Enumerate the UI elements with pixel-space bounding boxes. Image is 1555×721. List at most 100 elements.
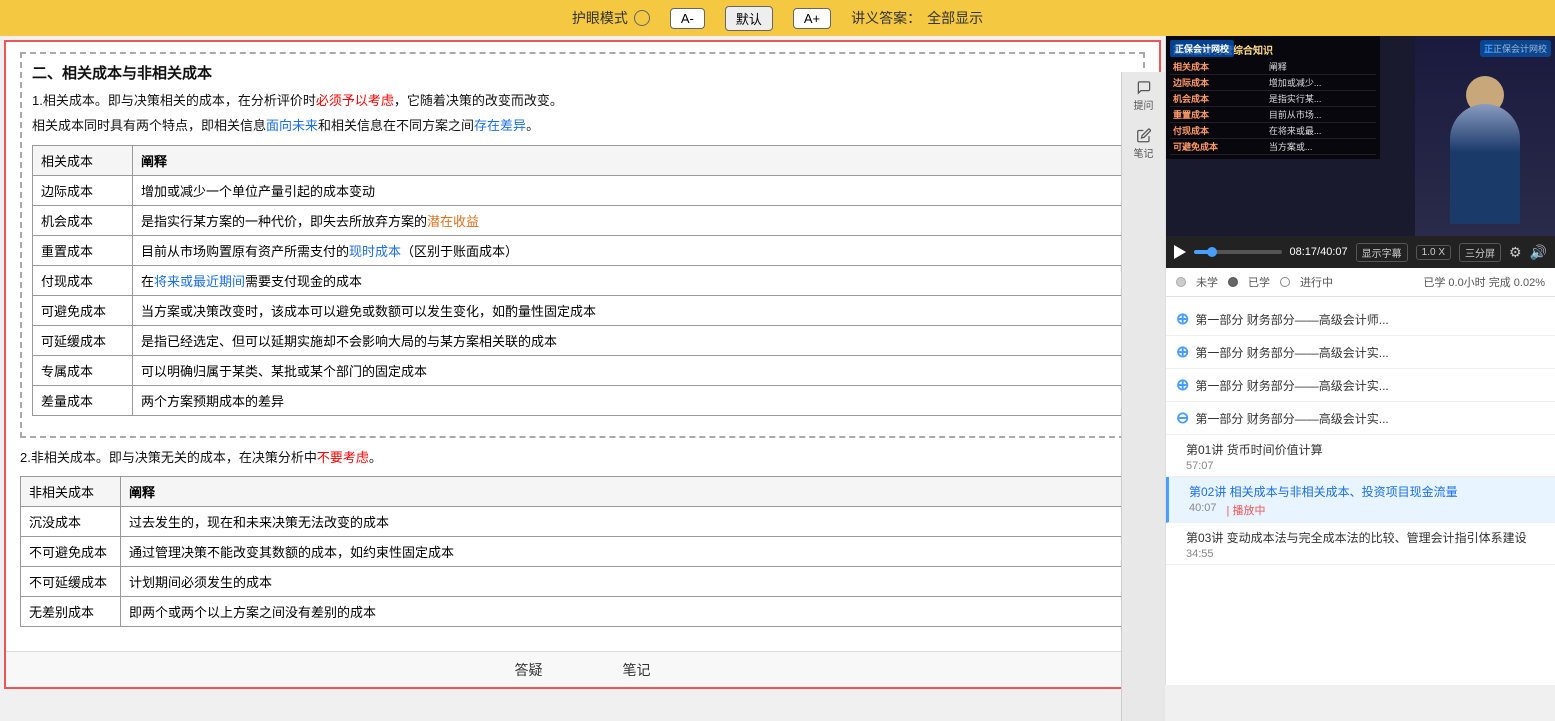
watermark-text: 正保会计网校 xyxy=(1493,44,1547,54)
section-header-2[interactable]: ⊕ 第一部分 财务部分——高级会计实... xyxy=(1176,342,1545,362)
cost-name: 付现成本 xyxy=(33,265,133,295)
instructor-figure xyxy=(1445,76,1525,236)
course-item-02[interactable]: 第02讲 相关成本与非相关成本、投资项目现金流量 40:07 | 播放中 xyxy=(1166,477,1555,523)
eye-mode-circle[interactable] xyxy=(634,10,650,26)
sub-mid-text: 和相关信息在不同方案之间 xyxy=(318,118,474,133)
font-default-button[interactable]: 默认 xyxy=(725,6,773,31)
completed-post: 完成 0.02% xyxy=(1489,277,1545,289)
cost-name: 边际成本 xyxy=(33,175,133,205)
cost-name: 专属成本 xyxy=(33,355,133,385)
related-cost-section: 二、相关成本与非相关成本 1.相关成本。即与决策相关的成本，在分析评价时必须予以… xyxy=(20,52,1145,438)
volume-icon[interactable]: 🔊 xyxy=(1530,244,1547,261)
course-duration-03: 34:55 xyxy=(1186,548,1214,560)
table-row: 差量成本 两个方案预期成本的差异 xyxy=(33,385,1133,415)
show-all-label[interactable]: 全部显示 xyxy=(927,8,983,28)
course-section-1[interactable]: ⊕ 第一部分 财务部分——高级会计师... xyxy=(1166,303,1555,336)
completed-label: 已学 0.0小时 完成 0.02% xyxy=(1423,274,1545,290)
eye-mode-toggle[interactable]: 护眼模式 xyxy=(572,8,650,28)
table1-header-col1: 相关成本 xyxy=(33,145,133,175)
progress-bar[interactable] xyxy=(1194,250,1282,254)
section-header-1[interactable]: ⊕ 第一部分 财务部分——高级会计师... xyxy=(1176,309,1545,329)
cost-desc: 是指实行某方案的一种代价，即失去所放弃方案的潜在收益 xyxy=(133,205,1133,235)
video-controls: 08:17/40:07 显示字幕 1.0 X 三分屏 ⚙ 🔊 xyxy=(1166,236,1555,268)
related-cost-intro: 1.相关成本。即与决策相关的成本，在分析评价时必须予以考虑，它随着决策的改变而改… xyxy=(32,91,1133,112)
course-item-meta-03: 34:55 xyxy=(1186,548,1545,560)
font-small-button[interactable]: A- xyxy=(670,8,705,29)
cost-desc: 可以明确归属于某类、某批或某个部门的固定成本 xyxy=(133,355,1133,385)
course-duration-02: 40:07 xyxy=(1189,502,1217,518)
top-bar: 护眼模式 A- 默认 A+ 讲义答案： 全部显示 xyxy=(0,0,1555,36)
section-title-2: 第一部分 财务部分——高级会计实... xyxy=(1195,344,1388,361)
course-item-03[interactable]: 第03讲 变动成本法与完全成本法的比较、管理会计指引体系建设 34:55 xyxy=(1166,523,1555,565)
cost-desc: 即两个或两个以上方案之间没有差别的成本 xyxy=(121,597,1145,627)
sub-end-text: 。 xyxy=(526,118,539,133)
course-section-4[interactable]: ⊖ 第一部分 财务部分——高级会计实... xyxy=(1166,402,1555,435)
expand-icon-2: ⊕ xyxy=(1176,342,1189,362)
course-item-01[interactable]: 第01讲 货币时间价值计算 57:07 xyxy=(1166,435,1555,477)
related-must-text: 必须予以考虑 xyxy=(316,93,394,108)
tab-qa[interactable]: 答疑 xyxy=(505,656,553,684)
not-learned-dot xyxy=(1176,277,1186,287)
layout-button[interactable]: 三分屏 xyxy=(1459,243,1501,262)
logo-badge: 正保会计网校 xyxy=(1170,40,1234,57)
completed-hours: 0.0小时 xyxy=(1448,277,1485,289)
diff-exists-text: 存在差异 xyxy=(474,118,526,133)
unrelated-post-text: 。 xyxy=(369,450,382,465)
font-large-button[interactable]: A+ xyxy=(793,8,831,29)
cost-name: 可避免成本 xyxy=(33,295,133,325)
cost-desc: 增加或减少一个单位产量引起的成本变动 xyxy=(133,175,1133,205)
table2-header-col2: 阐释 xyxy=(121,477,1145,507)
course-section-3[interactable]: ⊕ 第一部分 财务部分——高级会计实... xyxy=(1166,369,1555,402)
section-header-4[interactable]: ⊖ 第一部分 财务部分——高级会计实... xyxy=(1176,408,1545,428)
collapse-icon-4: ⊖ xyxy=(1176,408,1189,428)
course-item-title-03: 第03讲 变动成本法与完全成本法的比较、管理会计指引体系建设 xyxy=(1186,529,1545,546)
learned-dot xyxy=(1228,277,1238,287)
course-item-title-02: 第02讲 相关成本与非相关成本、投资项目现金流量 xyxy=(1189,483,1545,500)
expand-icon-1: ⊕ xyxy=(1176,309,1189,329)
unrelated-intro: 2.非相关成本。即与决策无关的成本，在决策分析中不要考虑。 xyxy=(20,448,1145,469)
eye-mode-label: 护眼模式 xyxy=(572,8,628,28)
course-list[interactable]: ⊕ 第一部分 财务部分——高级会计师... ⊕ 第一部分 财务部分——高级会计实… xyxy=(1166,297,1555,685)
subtitle-button[interactable]: 显示字幕 xyxy=(1356,243,1408,262)
cost-name: 机会成本 xyxy=(33,205,133,235)
time-display: 08:17/40:07 xyxy=(1290,246,1348,258)
course-section-2[interactable]: ⊕ 第一部分 财务部分——高级会计实... xyxy=(1166,336,1555,369)
not-learned-label: 未学 xyxy=(1196,274,1218,290)
cost-name: 可延缓成本 xyxy=(33,325,133,355)
related-cost-subintro: 相关成本同时具有两个特点，即相关信息面向未来和相关信息在不同方案之间存在差异。 xyxy=(32,116,1133,137)
unrelated-cost-table: 非相关成本 阐释 沉没成本 过去发生的，现在和未来决策无法改变的成本 不可避免成… xyxy=(20,476,1145,627)
ask-button[interactable]: 提问 xyxy=(1128,80,1160,112)
table-row: 边际成本 增加或减少一个单位产量引起的成本变动 xyxy=(33,175,1133,205)
table-row: 可延缓成本 是指已经选定、但可以延期实施却不会影响大局的与某方案相关联的成本 xyxy=(33,325,1133,355)
section-title: 二、相关成本与非相关成本 xyxy=(32,62,1133,83)
notes-button[interactable]: 笔记 xyxy=(1128,128,1160,160)
video-watermark: 正正保会计网校 xyxy=(1480,40,1551,57)
tab-notes[interactable]: 笔记 xyxy=(613,656,661,684)
cost-desc: 在将来或最近期间需要支付现金的成本 xyxy=(133,265,1133,295)
lecture-answer-label: 讲义答案： xyxy=(851,8,921,28)
table-row: 无差别成本 即两个或两个以上方案之间没有差别的成本 xyxy=(21,597,1145,627)
cost-name: 不可避免成本 xyxy=(21,537,121,567)
progress-dot xyxy=(1207,247,1217,257)
table-row: 不可避免成本 通过管理决策不能改变其数额的成本，如约束性固定成本 xyxy=(21,537,1145,567)
table2-header-col1: 非相关成本 xyxy=(21,477,121,507)
related-intro-text: 1.相关成本。即与决策相关的成本，在分析评价时 xyxy=(32,93,316,108)
bottom-tabs: 答疑 笔记 xyxy=(6,651,1159,687)
instructor-area xyxy=(1415,36,1555,236)
face-future-text: 面向未来 xyxy=(266,118,318,133)
video-area: 高级会计务管综合知识 相关成本阐释 边际成本增加或减少... 机会成本是指实行某… xyxy=(1166,36,1555,236)
unrelated-highlight-text: 不要考虑 xyxy=(317,450,369,465)
table-row: 不可延缓成本 计划期间必须发生的成本 xyxy=(21,567,1145,597)
play-button[interactable] xyxy=(1174,245,1186,259)
speed-button[interactable]: 1.0 X xyxy=(1416,245,1451,260)
content-scroll[interactable]: 二、相关成本与非相关成本 1.相关成本。即与决策相关的成本，在分析评价时必须予以… xyxy=(6,42,1159,651)
table-row: 付现成本 在将来或最近期间需要支付现金的成本 xyxy=(33,265,1133,295)
learned-label: 已学 xyxy=(1248,274,1270,290)
section-header-3[interactable]: ⊕ 第一部分 财务部分——高级会计实... xyxy=(1176,375,1545,395)
instructor-body xyxy=(1450,104,1520,224)
settings-icon[interactable]: ⚙ xyxy=(1509,244,1522,261)
right-panel: 高级会计务管综合知识 相关成本阐释 边际成本增加或减少... 机会成本是指实行某… xyxy=(1165,36,1555,685)
cost-name: 重置成本 xyxy=(33,235,133,265)
cost-desc: 通过管理决策不能改变其数额的成本，如约束性固定成本 xyxy=(121,537,1145,567)
cost-desc: 过去发生的，现在和未来决策无法改变的成本 xyxy=(121,507,1145,537)
